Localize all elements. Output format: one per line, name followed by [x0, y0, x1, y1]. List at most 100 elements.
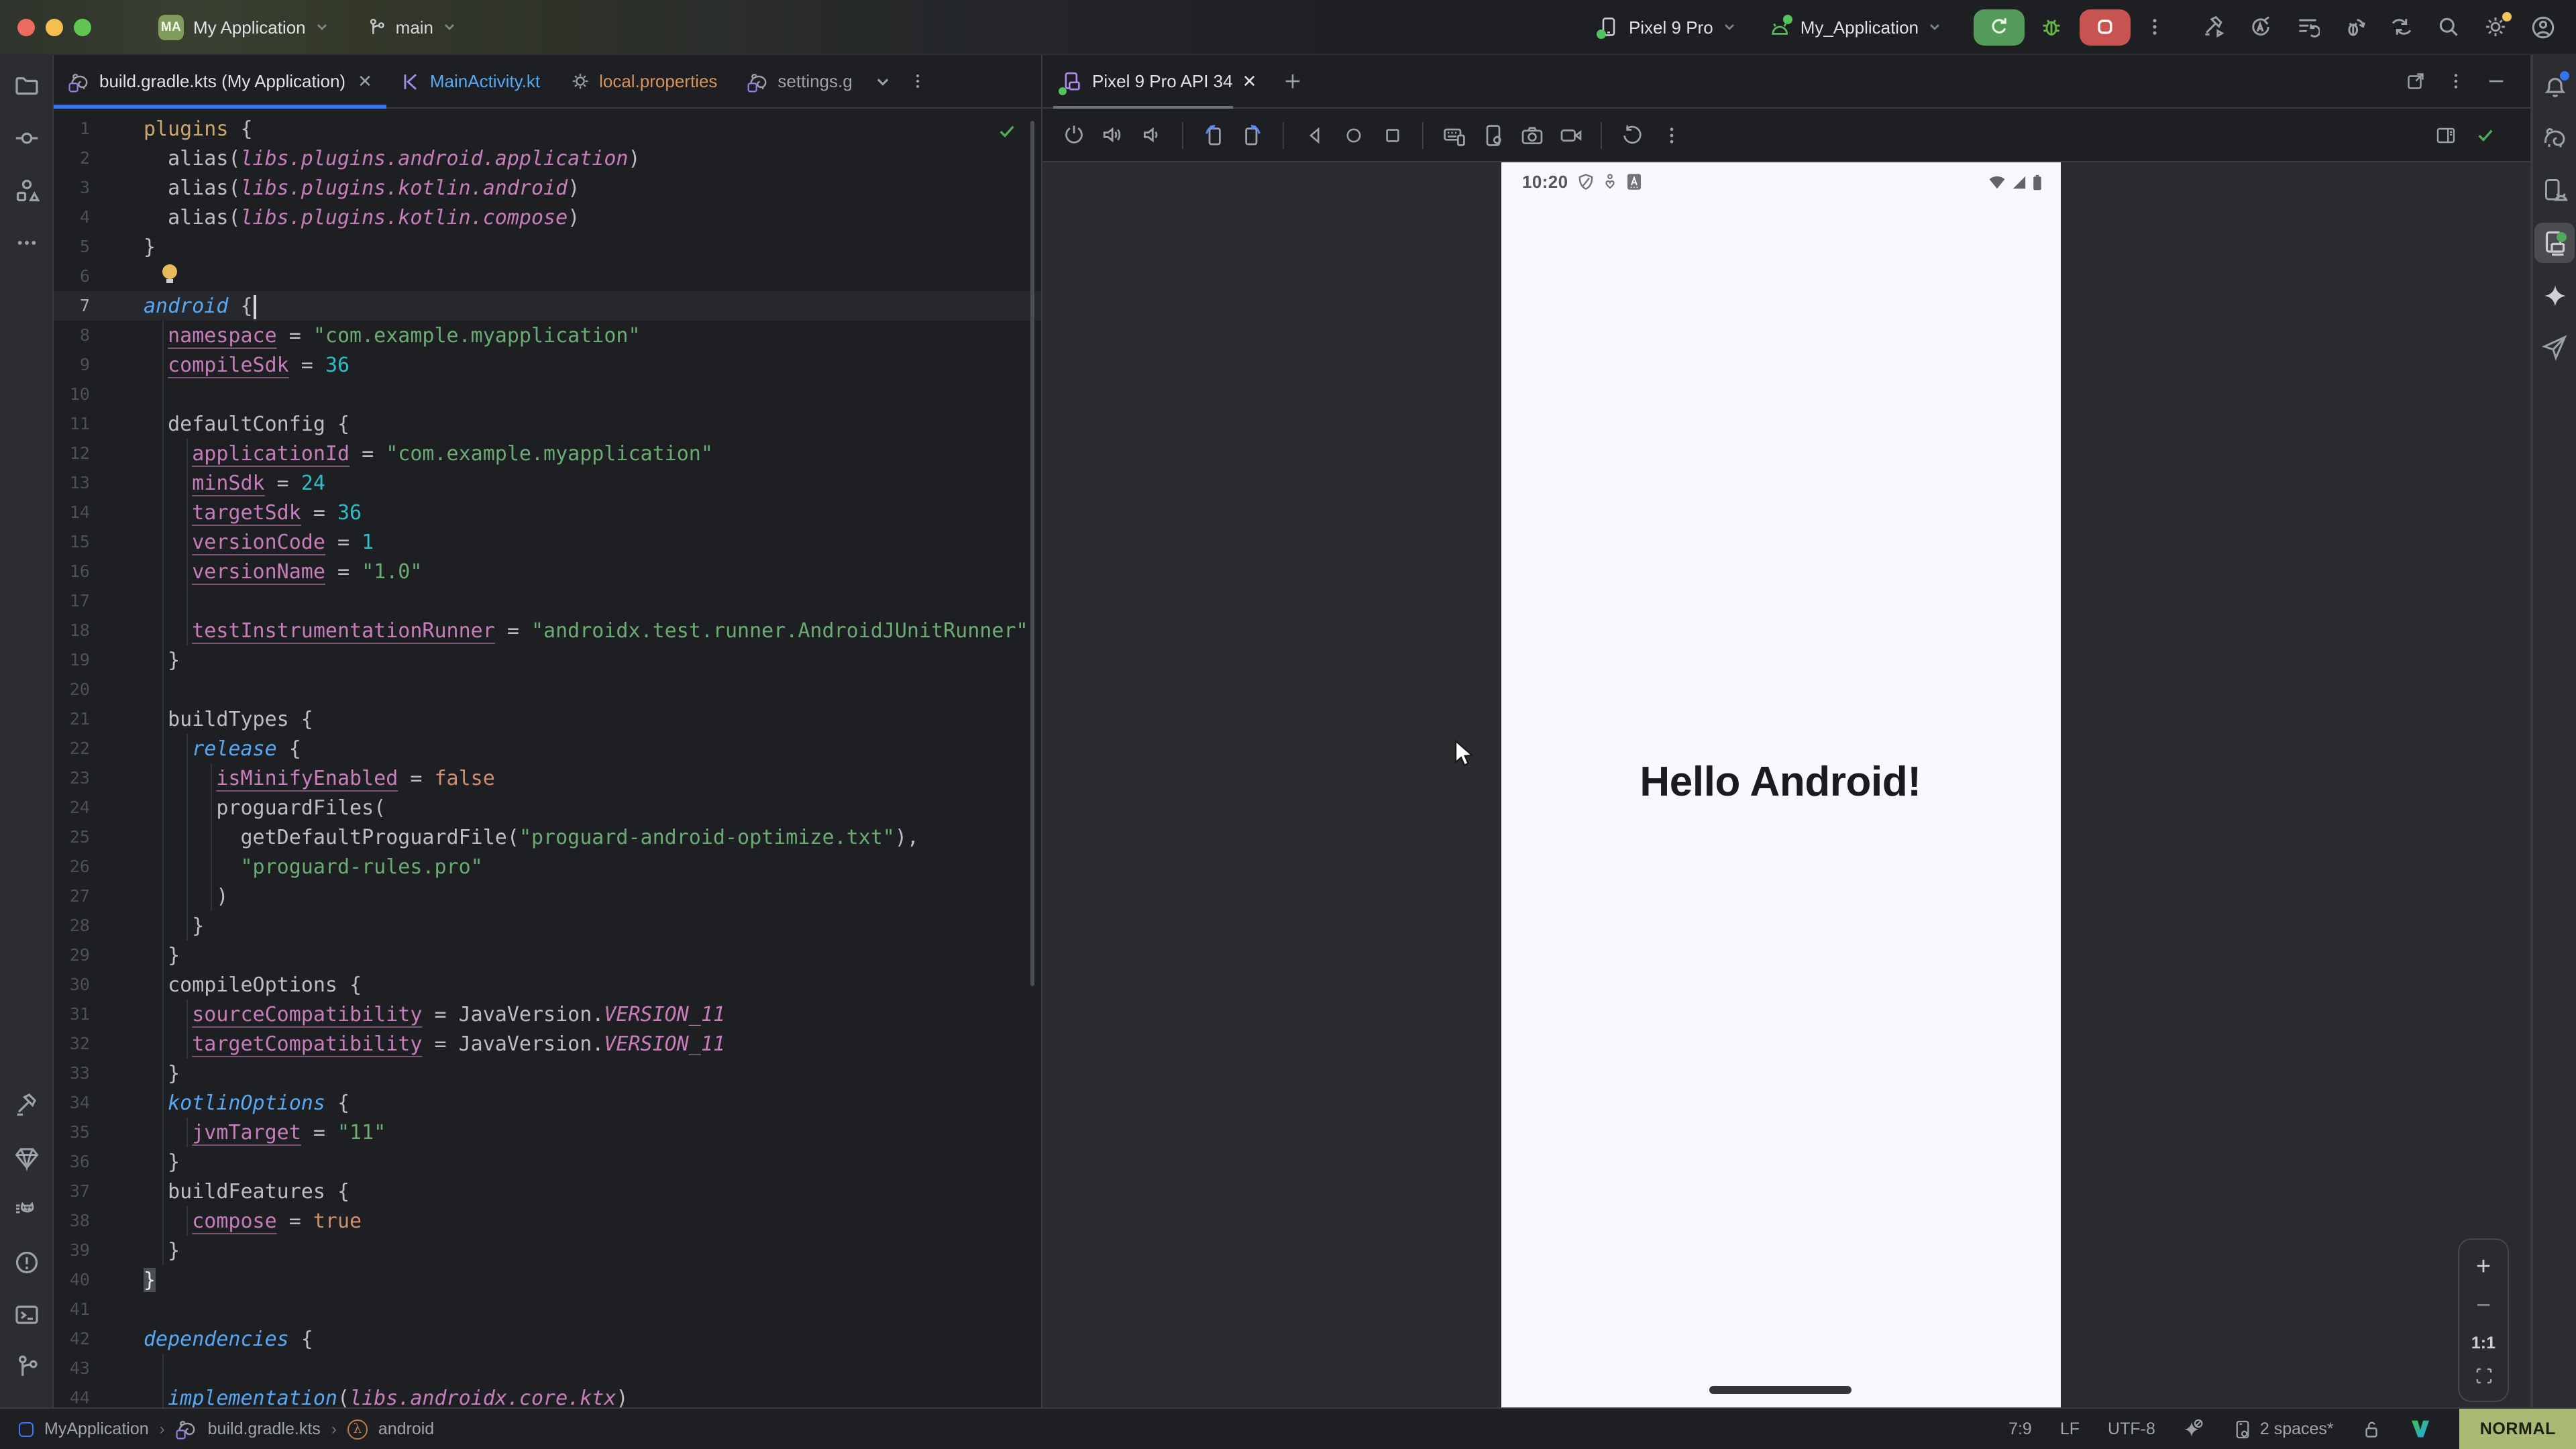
code-line[interactable]: 27 ): [54, 881, 1041, 911]
code-line[interactable]: 24 proguardFiles(: [54, 793, 1041, 822]
android-home-button[interactable]: [1335, 117, 1371, 153]
volume-down-button[interactable]: [1134, 117, 1170, 153]
more-tool-windows-button[interactable]: [6, 223, 46, 263]
code-line[interactable]: 14 targetSdk = 36: [54, 498, 1041, 527]
code-line[interactable]: 43: [54, 1354, 1041, 1383]
code-line[interactable]: 15 versionCode = 1: [54, 527, 1041, 557]
code-line[interactable]: 17: [54, 586, 1041, 616]
code-line[interactable]: 21 buildTypes {: [54, 704, 1041, 734]
device-selector[interactable]: Pixel 9 Pro: [1598, 16, 1736, 38]
breadcrumb-item[interactable]: MyApplication: [44, 1419, 149, 1438]
toolwindow-problems-button[interactable]: [6, 1242, 46, 1283]
code-line[interactable]: 16 versionName = "1.0": [54, 557, 1041, 586]
code-line[interactable]: 29 }: [54, 941, 1041, 970]
intention-bulb-icon[interactable]: [162, 264, 177, 283]
inspections-ok-check-icon[interactable]: [997, 121, 1017, 141]
code-line[interactable]: 5}: [54, 232, 1041, 262]
code-line[interactable]: 35 jvmTarget = "11": [54, 1118, 1041, 1147]
notifications-button[interactable]: [2534, 66, 2575, 106]
screen-record-button[interactable]: [1552, 117, 1589, 153]
tab-build-gradle[interactable]: build.gradle.kts (My Application) ✕: [54, 55, 387, 107]
code-line[interactable]: 37 buildFeatures {: [54, 1177, 1041, 1206]
stop-button[interactable]: [2080, 9, 2131, 45]
code-line[interactable]: 8 namespace = "com.example.myapplication…: [54, 321, 1041, 350]
code-line[interactable]: 39 }: [54, 1236, 1041, 1265]
tab-mainactivity[interactable]: MainActivity.kt: [387, 55, 555, 107]
toolwindow-app-links-button[interactable]: [2534, 327, 2575, 368]
tab-close-icon[interactable]: ✕: [358, 70, 372, 92]
code-line[interactable]: 1plugins {: [54, 114, 1041, 144]
toolwindow-commit-button[interactable]: [6, 118, 46, 158]
code-line[interactable]: 9 compileSdk = 36: [54, 350, 1041, 380]
emulator-screen[interactable]: 10:20 Hello Android!: [1501, 162, 2060, 1407]
code-line[interactable]: 23 isMinifyEnabled = false: [54, 763, 1041, 793]
code-line[interactable]: 40}: [54, 1265, 1041, 1295]
toolwindow-logcat-button[interactable]: [6, 1190, 46, 1230]
code-line[interactable]: 31 sourceCompatibility = JavaVersion.VER…: [54, 1000, 1041, 1029]
device-more-button[interactable]: [1653, 117, 1689, 153]
tab-local-properties[interactable]: local.properties: [555, 55, 732, 107]
line-separator-widget[interactable]: LF: [2060, 1419, 2080, 1438]
ai-assistant-status-button[interactable]: [2184, 1418, 2205, 1440]
run-configuration-selector[interactable]: My_Application: [1768, 17, 1941, 37]
toolwindow-structure-button[interactable]: [6, 170, 46, 211]
settings-button[interactable]: [2478, 9, 2513, 44]
code-line[interactable]: 4 alias(libs.plugins.kotlin.compose): [54, 203, 1041, 232]
apply-changes-button[interactable]: [2243, 9, 2278, 44]
code-line[interactable]: 2 alias(libs.plugins.android.application…: [54, 144, 1041, 173]
zoom-out-button[interactable]: −: [2476, 1293, 2491, 1319]
tab-options-kebab-icon[interactable]: [910, 71, 926, 91]
vcs-branch-selector[interactable]: main: [366, 17, 456, 37]
breadcrumb-item[interactable]: android: [378, 1419, 434, 1438]
hardware-input-button[interactable]: [1436, 117, 1472, 153]
toolwindow-gradle-button[interactable]: [2534, 118, 2575, 158]
breadcrumb-item[interactable]: build.gradle.kts: [208, 1419, 321, 1438]
ideavim-widget[interactable]: [2410, 1418, 2432, 1440]
toolwindow-vcs-button[interactable]: [6, 1347, 46, 1387]
code-line[interactable]: 32 targetCompatibility = JavaVersion.VER…: [54, 1029, 1041, 1059]
code-line[interactable]: 18 testInstrumentationRunner = "androidx…: [54, 616, 1041, 645]
android-back-button[interactable]: [1296, 117, 1332, 153]
toolwindow-gemini-button[interactable]: [2534, 275, 2575, 315]
code-line[interactable]: 13 minSdk = 24: [54, 468, 1041, 498]
device-tab-close-icon[interactable]: ✕: [1242, 70, 1257, 92]
code-line[interactable]: 36 }: [54, 1147, 1041, 1177]
code-line[interactable]: 10: [54, 380, 1041, 409]
search-everywhere-button[interactable]: [2431, 9, 2466, 44]
add-device-tab-button[interactable]: [1275, 64, 1310, 99]
device-tab[interactable]: Pixel 9 Pro API 34 ✕: [1042, 55, 1270, 107]
account-button[interactable]: [2525, 9, 2560, 44]
more-run-actions-button[interactable]: [2137, 9, 2172, 44]
code-line[interactable]: 42dependencies {: [54, 1324, 1041, 1354]
window-zoom-button[interactable]: [74, 18, 91, 36]
code-line[interactable]: 26 "proguard-rules.pro": [54, 852, 1041, 881]
tab-settings-gradle[interactable]: settings.g: [732, 55, 867, 107]
file-lock-button[interactable]: [2362, 1419, 2382, 1439]
code-line[interactable]: 34 kotlinOptions {: [54, 1088, 1041, 1118]
editor-scrollbar[interactable]: [1030, 121, 1034, 986]
toolwindow-build-button[interactable]: [6, 1085, 46, 1126]
build-button[interactable]: [2196, 9, 2231, 44]
encoding-widget[interactable]: UTF-8: [2108, 1419, 2155, 1438]
device-power-button[interactable]: [1056, 117, 1092, 153]
code-line[interactable]: 41: [54, 1295, 1041, 1324]
code-line[interactable]: 25 getDefaultProguardFile("proguard-andr…: [54, 822, 1041, 852]
screenshot-button[interactable]: [1513, 117, 1550, 153]
code-line[interactable]: 11 defaultConfig {: [54, 409, 1041, 439]
device-settings-button[interactable]: [1474, 117, 1511, 153]
sync-gradle-button[interactable]: [2290, 9, 2325, 44]
code-editor[interactable]: 1plugins {2 alias(libs.plugins.android.a…: [54, 109, 1041, 1407]
toolwindow-project-button[interactable]: [6, 66, 46, 106]
ui-layout-check-icon[interactable]: [2435, 124, 2457, 146]
hidden-tabs-chevron-icon[interactable]: [875, 73, 892, 89]
rotate-left-button[interactable]: [1195, 117, 1232, 153]
update-project-button[interactable]: [2384, 9, 2419, 44]
project-selector[interactable]: MA My Application: [158, 14, 329, 40]
toolwindow-device-manager-button[interactable]: [2534, 170, 2575, 211]
code-line[interactable]: 30 compileOptions {: [54, 970, 1041, 1000]
caret-position-widget[interactable]: 7:9: [2008, 1419, 2032, 1438]
zoom-actual-size-button[interactable]: 1:1: [2471, 1334, 2496, 1352]
android-overview-button[interactable]: [1374, 117, 1410, 153]
toolwindow-running-devices-button[interactable]: [2534, 223, 2575, 263]
code-line[interactable]: 33 }: [54, 1059, 1041, 1088]
